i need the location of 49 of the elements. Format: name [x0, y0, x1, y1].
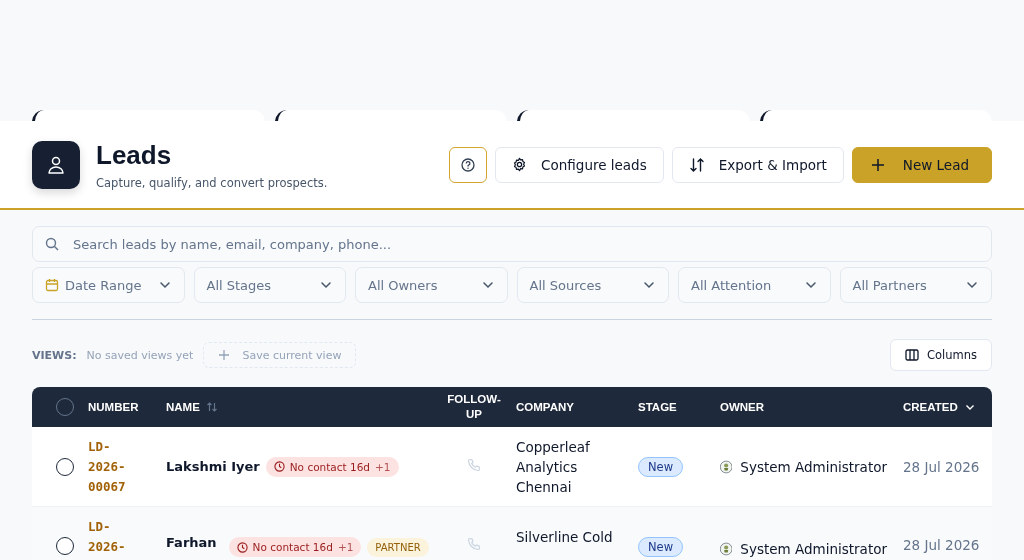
page-title: Leads	[96, 139, 173, 170]
save-view-button[interactable]: Save current view	[203, 342, 357, 368]
no-contact-badge: No contact 16d +1	[265, 456, 399, 477]
help-button[interactable]	[449, 146, 488, 183]
lead-name: Lakshmi Iyer	[166, 459, 260, 474]
column-header: COMPANY	[516, 401, 574, 413]
owner-name: System Administrator	[740, 458, 887, 475]
columns-icon	[904, 349, 919, 361]
filter-dropdown[interactable]: All Partners	[839, 267, 992, 303]
lead-number[interactable]: LD-2026-00067	[88, 436, 136, 497]
created-date: 28 Jul 2026	[903, 537, 980, 553]
lead-name: Farhan	[166, 534, 217, 550]
views-label: VIEWS:	[32, 348, 77, 362]
column-header[interactable]: CREATED	[903, 401, 958, 413]
filter-dropdown[interactable]: All Attention	[678, 267, 831, 303]
no-views-text: No saved views yet	[86, 348, 194, 362]
no-contact-badge: No contact 16d +1	[228, 537, 362, 557]
filter-dropdown[interactable]: All Stages	[193, 267, 346, 303]
column-header: STAGE	[638, 401, 677, 413]
partner-badge: PARTNER	[367, 537, 429, 557]
filter-dropdown[interactable]: Date Range	[32, 267, 185, 303]
configure-button[interactable]: Configure leads	[495, 146, 664, 183]
filter-dropdown[interactable]: All Owners	[355, 267, 508, 303]
page-subtitle: Capture, qualify, and convert prospects.	[96, 175, 329, 190]
row-checkbox[interactable]	[56, 537, 74, 555]
stage-badge: New	[638, 537, 684, 557]
company-name: Copperleaf Analytics Chennai	[516, 438, 590, 495]
calendar-icon	[45, 278, 59, 292]
help-icon	[461, 157, 476, 172]
owner-name: System Administrator	[740, 541, 887, 557]
columns-button[interactable]: Columns	[889, 339, 992, 371]
settings-icon	[512, 157, 528, 172]
column-header: NUMBER	[88, 401, 139, 413]
new-button[interactable]: New Lead	[851, 146, 992, 183]
created-date: 28 Jul 2026	[903, 458, 980, 475]
column-header: FOLLOW-UP	[447, 392, 501, 422]
row-checkbox[interactable]	[56, 457, 74, 476]
stage-badge: New	[638, 456, 684, 477]
filter-dropdown[interactable]: All Sources	[516, 267, 669, 303]
sort-arrows-icon	[688, 156, 705, 173]
plus-icon	[218, 349, 231, 361]
column-header[interactable]: NAME	[166, 401, 200, 413]
export-button[interactable]: Export & Import	[671, 146, 844, 183]
person-icon	[32, 140, 80, 189]
sort-icon[interactable]	[205, 401, 218, 413]
search-field[interactable]: Search leads by name, email, company, phone...	[32, 226, 992, 262]
column-header: OWNER	[720, 401, 765, 413]
plus-icon	[870, 157, 885, 172]
company-name: Silverline Cold	[516, 529, 613, 545]
